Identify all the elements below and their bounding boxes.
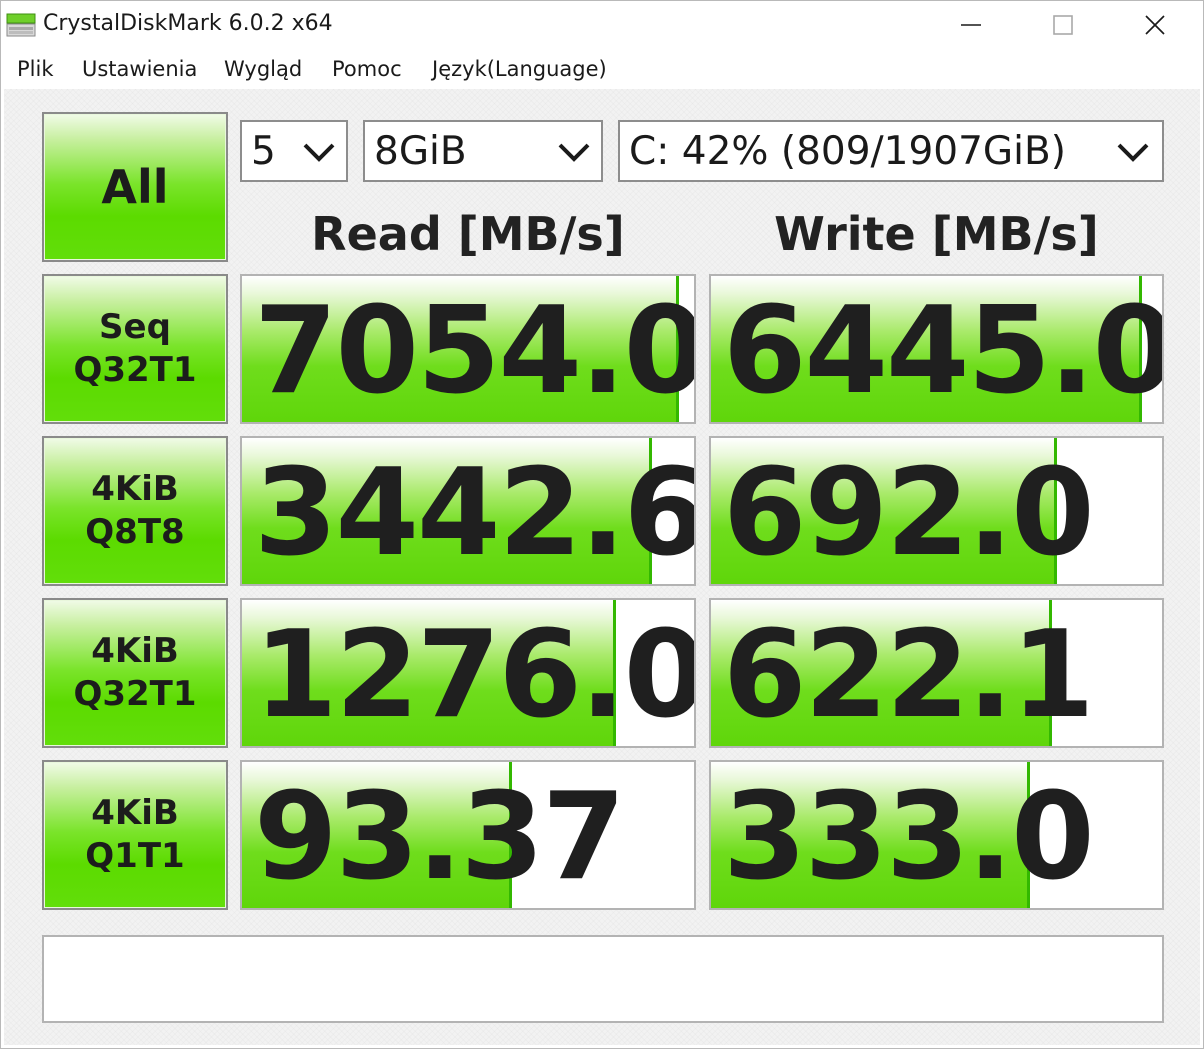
run-all-button[interactable]: All xyxy=(42,112,228,262)
window-title: CrystalDiskMark 6.0.2 x64 xyxy=(43,11,333,36)
test-button-4kib-q32t1[interactable]: 4KiB Q32T1 xyxy=(42,598,228,748)
write-header: Write [MB/s] xyxy=(774,207,1099,261)
menu-bar: Plik Ustawienia Wygląd Pomoc Język(Langu… xyxy=(1,49,1203,89)
test-button-seq-q32t1[interactable]: Seq Q32T1 xyxy=(42,274,228,424)
close-icon xyxy=(1145,15,1165,35)
test-label-line1: 4KiB xyxy=(91,631,179,671)
minimize-icon xyxy=(961,24,981,26)
read-result-4kib-q8t8: 3442.6 xyxy=(240,436,696,586)
write-value: 333.0 xyxy=(723,768,1095,907)
menu-file[interactable]: Plik xyxy=(17,57,54,81)
chevron-down-icon xyxy=(303,143,335,162)
test-button-4kib-q8t8[interactable]: 4KiB Q8T8 xyxy=(42,436,228,586)
test-label-line2: Q32T1 xyxy=(73,674,197,714)
test-label-line2: Q8T8 xyxy=(85,512,185,552)
test-label-line1: 4KiB xyxy=(91,793,179,833)
comment-field[interactable] xyxy=(42,935,1164,1023)
menu-language[interactable]: Język(Language) xyxy=(432,57,607,81)
menu-theme[interactable]: Wygląd xyxy=(224,57,302,81)
menu-settings[interactable]: Ustawienia xyxy=(82,57,197,81)
write-result-4kib-q1t1: 333.0 xyxy=(709,760,1164,910)
read-value: 93.37 xyxy=(254,768,626,907)
test-label-line2: Q32T1 xyxy=(73,350,197,390)
disk-icon xyxy=(6,13,36,37)
test-label-line2: Q1T1 xyxy=(85,836,185,876)
chevron-down-icon xyxy=(1117,143,1149,162)
test-count-select[interactable]: 5 xyxy=(240,120,348,182)
close-button[interactable] xyxy=(1109,1,1201,49)
maximize-icon xyxy=(1053,15,1073,35)
menu-help[interactable]: Pomoc xyxy=(332,57,402,81)
read-value: 1276.0 xyxy=(254,606,696,745)
write-result-4kib-q32t1: 622.1 xyxy=(709,598,1164,748)
maximize-button[interactable] xyxy=(1017,1,1109,49)
read-header: Read [MB/s] xyxy=(311,207,625,261)
test-label-line1: 4KiB xyxy=(91,469,179,509)
test-size-value: 8GiB xyxy=(374,129,467,174)
write-value: 692.0 xyxy=(723,444,1095,583)
write-value: 6445.0 xyxy=(723,282,1164,421)
read-result-4kib-q1t1: 93.37 xyxy=(240,760,696,910)
read-value: 7054.0 xyxy=(254,282,696,421)
read-result-seq-q32t1: 7054.0 xyxy=(240,274,696,424)
app-window: CrystalDiskMark 6.0.2 x64 Plik Ustawieni… xyxy=(0,0,1204,1049)
drive-select[interactable]: C: 42% (809/1907GiB) xyxy=(618,120,1164,182)
minimize-button[interactable] xyxy=(925,1,1017,49)
read-value: 3442.6 xyxy=(254,444,696,583)
test-size-select[interactable]: 8GiB xyxy=(363,120,603,182)
drive-value: C: 42% (809/1907GiB) xyxy=(629,129,1066,174)
write-result-4kib-q8t8: 692.0 xyxy=(709,436,1164,586)
test-label-line1: Seq xyxy=(99,307,171,347)
write-result-seq-q32t1: 6445.0 xyxy=(709,274,1164,424)
title-bar[interactable]: CrystalDiskMark 6.0.2 x64 xyxy=(1,1,1203,49)
chevron-down-icon xyxy=(558,143,590,162)
run-all-label: All xyxy=(101,159,169,214)
test-count-value: 5 xyxy=(251,129,276,174)
write-value: 622.1 xyxy=(723,606,1095,745)
test-button-4kib-q1t1[interactable]: 4KiB Q1T1 xyxy=(42,760,228,910)
read-result-4kib-q32t1: 1276.0 xyxy=(240,598,696,748)
